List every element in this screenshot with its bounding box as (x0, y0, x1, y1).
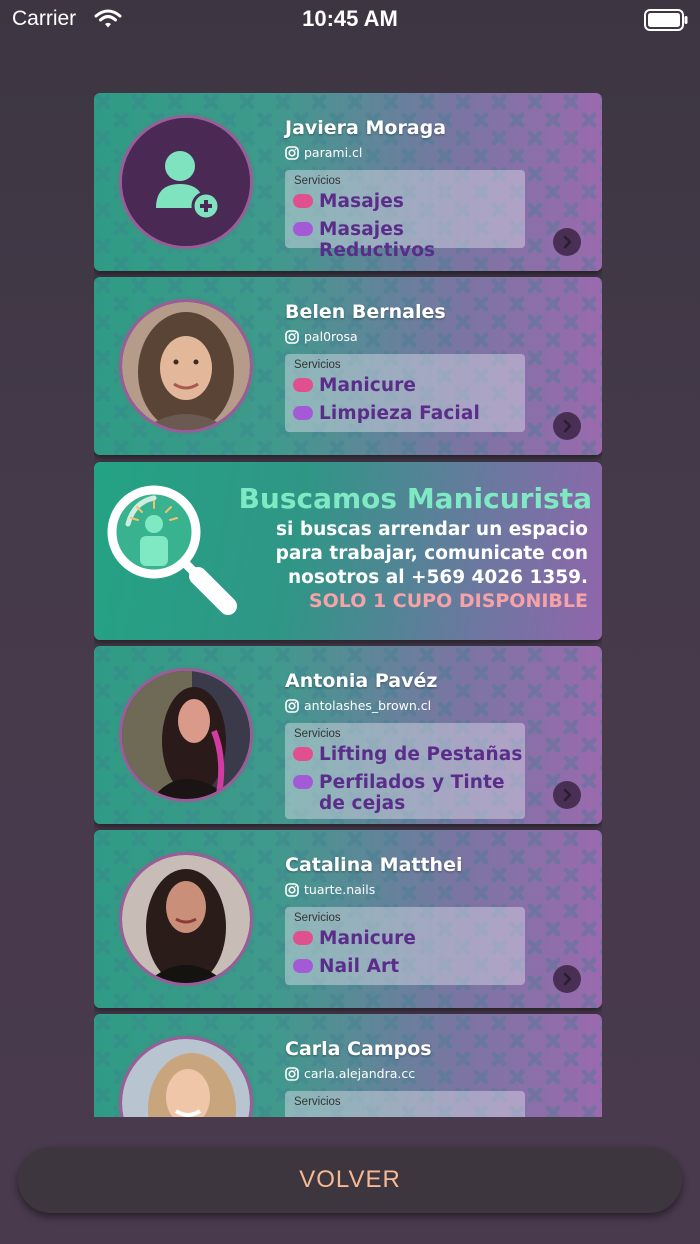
instagram-handle-row[interactable]: carla.alejandra.cc (285, 1066, 415, 1081)
status-bar: Carrier 10:45 AM (0, 0, 700, 40)
services-label: Servicios (294, 359, 341, 371)
instagram-handle: pal0rosa (304, 329, 358, 344)
avatar (119, 299, 253, 433)
instagram-handle: carla.alejandra.cc (304, 1066, 416, 1081)
profile-photo (122, 302, 250, 430)
pink-dot-icon (293, 931, 313, 945)
service-item: Limpieza Facial (293, 403, 480, 424)
purple-dot-icon (293, 775, 313, 789)
professional-name: Belen Bernales (285, 301, 446, 323)
chevron-right-icon[interactable] (553, 781, 581, 809)
professional-card[interactable]: Carla Campos carla.alejandra.cc Servicio… (94, 1014, 602, 1117)
back-button[interactable]: VOLVER (18, 1147, 682, 1213)
professional-name: Javiera Moraga (285, 117, 447, 139)
professional-card[interactable]: Antonia Pavéz antolashes_brown.cl Servic… (94, 646, 602, 824)
professional-card[interactable]: Catalina Matthei tuarte.nails Servicios … (94, 830, 602, 1008)
pink-dot-icon (293, 747, 313, 761)
battery-icon (644, 9, 688, 31)
instagram-icon (285, 698, 299, 713)
instagram-handle: parami.cl (304, 145, 363, 160)
purple-dot-icon (293, 222, 313, 236)
instagram-handle: antolashes_brown.cl (304, 698, 432, 713)
chevron-right-icon[interactable] (553, 412, 581, 440)
services-box: Servicios Lifting de Pestañas Perfilados… (285, 723, 525, 819)
purple-dot-icon (293, 406, 313, 420)
pink-dot-icon (293, 378, 313, 392)
profile-photo (122, 855, 250, 983)
hiring-banner[interactable]: Buscamos Manicurista si buscas arrendar … (94, 462, 602, 640)
purple-dot-icon (293, 959, 313, 973)
profile-photo (122, 671, 250, 799)
professional-card[interactable]: Javiera Moraga parami.cl Servicios Masaj… (94, 93, 602, 271)
professional-name: Catalina Matthei (285, 854, 463, 876)
chevron-right-icon[interactable] (553, 228, 581, 256)
avatar (119, 115, 253, 249)
magnifier-person-icon (107, 485, 237, 615)
services-box: Servicios Manicure Nail Art (285, 907, 525, 985)
instagram-icon (285, 145, 299, 160)
banner-description: si buscas arrendar un espacio para traba… (275, 519, 588, 588)
professional-card[interactable]: Belen Bernales pal0rosa Servicios Manicu… (94, 277, 602, 455)
services-label: Servicios (294, 728, 341, 740)
service-item: Masajes Reductivos (293, 219, 525, 261)
service-item: Nail Art (293, 956, 399, 977)
instagram-handle-row[interactable]: antolashes_brown.cl (285, 698, 431, 713)
professional-name: Carla Campos (285, 1038, 432, 1060)
service-item: Perfilados y Tinte de cejas (293, 772, 513, 814)
chevron-right-icon[interactable] (553, 965, 581, 993)
service-item: Manicure (293, 375, 416, 396)
clock: 10:45 AM (302, 6, 398, 31)
instagram-handle-row[interactable]: tuarte.nails (285, 882, 375, 897)
add-user-placeholder-icon (122, 118, 250, 246)
services-box: Servicios Manicure Limpieza Facial (285, 354, 525, 432)
service-item: Manicure (293, 928, 416, 949)
services-box: Servicios Masajes Masajes Reductivos (285, 170, 525, 261)
instagram-handle: tuarte.nails (304, 882, 376, 897)
services-label: Servicios (294, 175, 341, 187)
service-item: Lifting de Pestañas (293, 744, 522, 765)
instagram-handle-row[interactable]: parami.cl (285, 145, 362, 160)
service-item: Masajes (293, 191, 404, 212)
services-box: Servicios (285, 1091, 525, 1117)
avatar (119, 668, 253, 802)
services-label: Servicios (294, 1096, 341, 1108)
pink-dot-icon (293, 194, 313, 208)
banner-title: Buscamos Manicurista (238, 482, 592, 515)
professional-name: Antonia Pavéz (285, 670, 438, 692)
instagram-handle-row[interactable]: pal0rosa (285, 329, 358, 344)
professionals-list[interactable]: Javiera Moraga parami.cl Servicios Masaj… (94, 93, 602, 1117)
instagram-icon (285, 882, 299, 897)
instagram-icon (285, 1066, 299, 1081)
avatar (119, 852, 253, 986)
services-label: Servicios (294, 912, 341, 924)
banner-availability: SOLO 1 CUPO DISPONIBLE (308, 590, 588, 612)
instagram-icon (285, 329, 299, 344)
